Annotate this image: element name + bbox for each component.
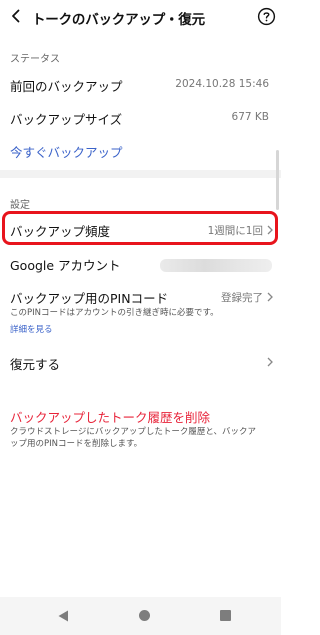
delete-note-line2: ップ用のPINコードを削除します。 xyxy=(10,439,143,449)
help-icon[interactable] xyxy=(257,7,276,26)
chevron-right-icon xyxy=(267,292,273,302)
last-backup-value: 2024.10.28 15:46 xyxy=(175,78,269,90)
section-divider xyxy=(0,170,281,178)
backup-restore-screen: トークのバックアップ・復元 ステータス 前回のバックアップ 2024.10.28… xyxy=(0,0,281,635)
delete-history-button[interactable]: バックアップしたトーク履歴を削除 xyxy=(10,407,210,426)
restore-label[interactable]: 復元する xyxy=(10,354,60,373)
header: トークのバックアップ・復元 xyxy=(0,0,281,34)
pin-code-label[interactable]: バックアップ用のPINコード xyxy=(10,288,168,307)
nav-recent-apps-icon[interactable] xyxy=(220,610,231,621)
delete-note-line1: クラウドストレージにバックアップしたトーク履歴と、バックア xyxy=(10,427,256,437)
google-account-label[interactable]: Google アカウント xyxy=(10,255,121,274)
nav-back-icon[interactable] xyxy=(58,610,69,622)
scrollbar[interactable] xyxy=(276,150,279,210)
backup-size-value: 677 KB xyxy=(231,111,269,123)
backup-now-link[interactable]: 今すぐバックアップ xyxy=(10,142,123,161)
nav-home-icon[interactable] xyxy=(139,610,150,621)
backup-size-label: バックアップサイズ xyxy=(10,112,123,127)
system-navigation-bar xyxy=(0,597,281,635)
status-section-label: ステータス xyxy=(10,54,60,65)
blurred-account-email xyxy=(160,259,272,272)
pin-details-link[interactable]: 詳細を見る xyxy=(10,323,53,335)
chevron-right-icon xyxy=(267,357,273,367)
last-backup-label: 前回のバックアップ xyxy=(10,79,123,94)
pin-code-status[interactable]: 登録完了 xyxy=(221,290,263,305)
page-title: トークのバックアップ・復元 xyxy=(32,12,205,28)
back-arrow-icon[interactable] xyxy=(8,8,24,24)
pin-code-note: このPINコードはアカウントの引き継ぎ時に必要です。 xyxy=(10,308,219,318)
settings-section-label: 設定 xyxy=(10,200,30,211)
frequency-highlight xyxy=(2,211,278,245)
